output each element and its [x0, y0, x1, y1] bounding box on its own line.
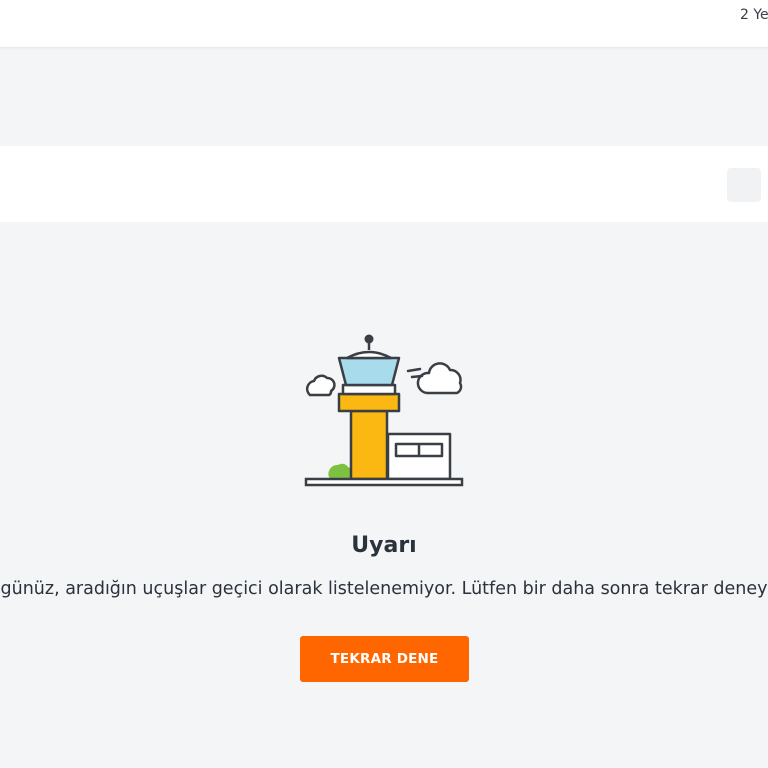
warning-message: günüz, aradığın uçuşlar geçici olarak li…	[0, 579, 768, 599]
filter-toggle-button[interactable]	[727, 168, 761, 202]
retry-button[interactable]: TEKRAR DENE	[300, 636, 469, 682]
header-date-text: 2 Ye	[740, 7, 768, 23]
filter-bar	[0, 146, 768, 222]
warning-title: Uyarı	[351, 533, 417, 558]
top-header: 2 Ye	[0, 0, 768, 47]
control-tower-icon	[304, 334, 464, 487]
